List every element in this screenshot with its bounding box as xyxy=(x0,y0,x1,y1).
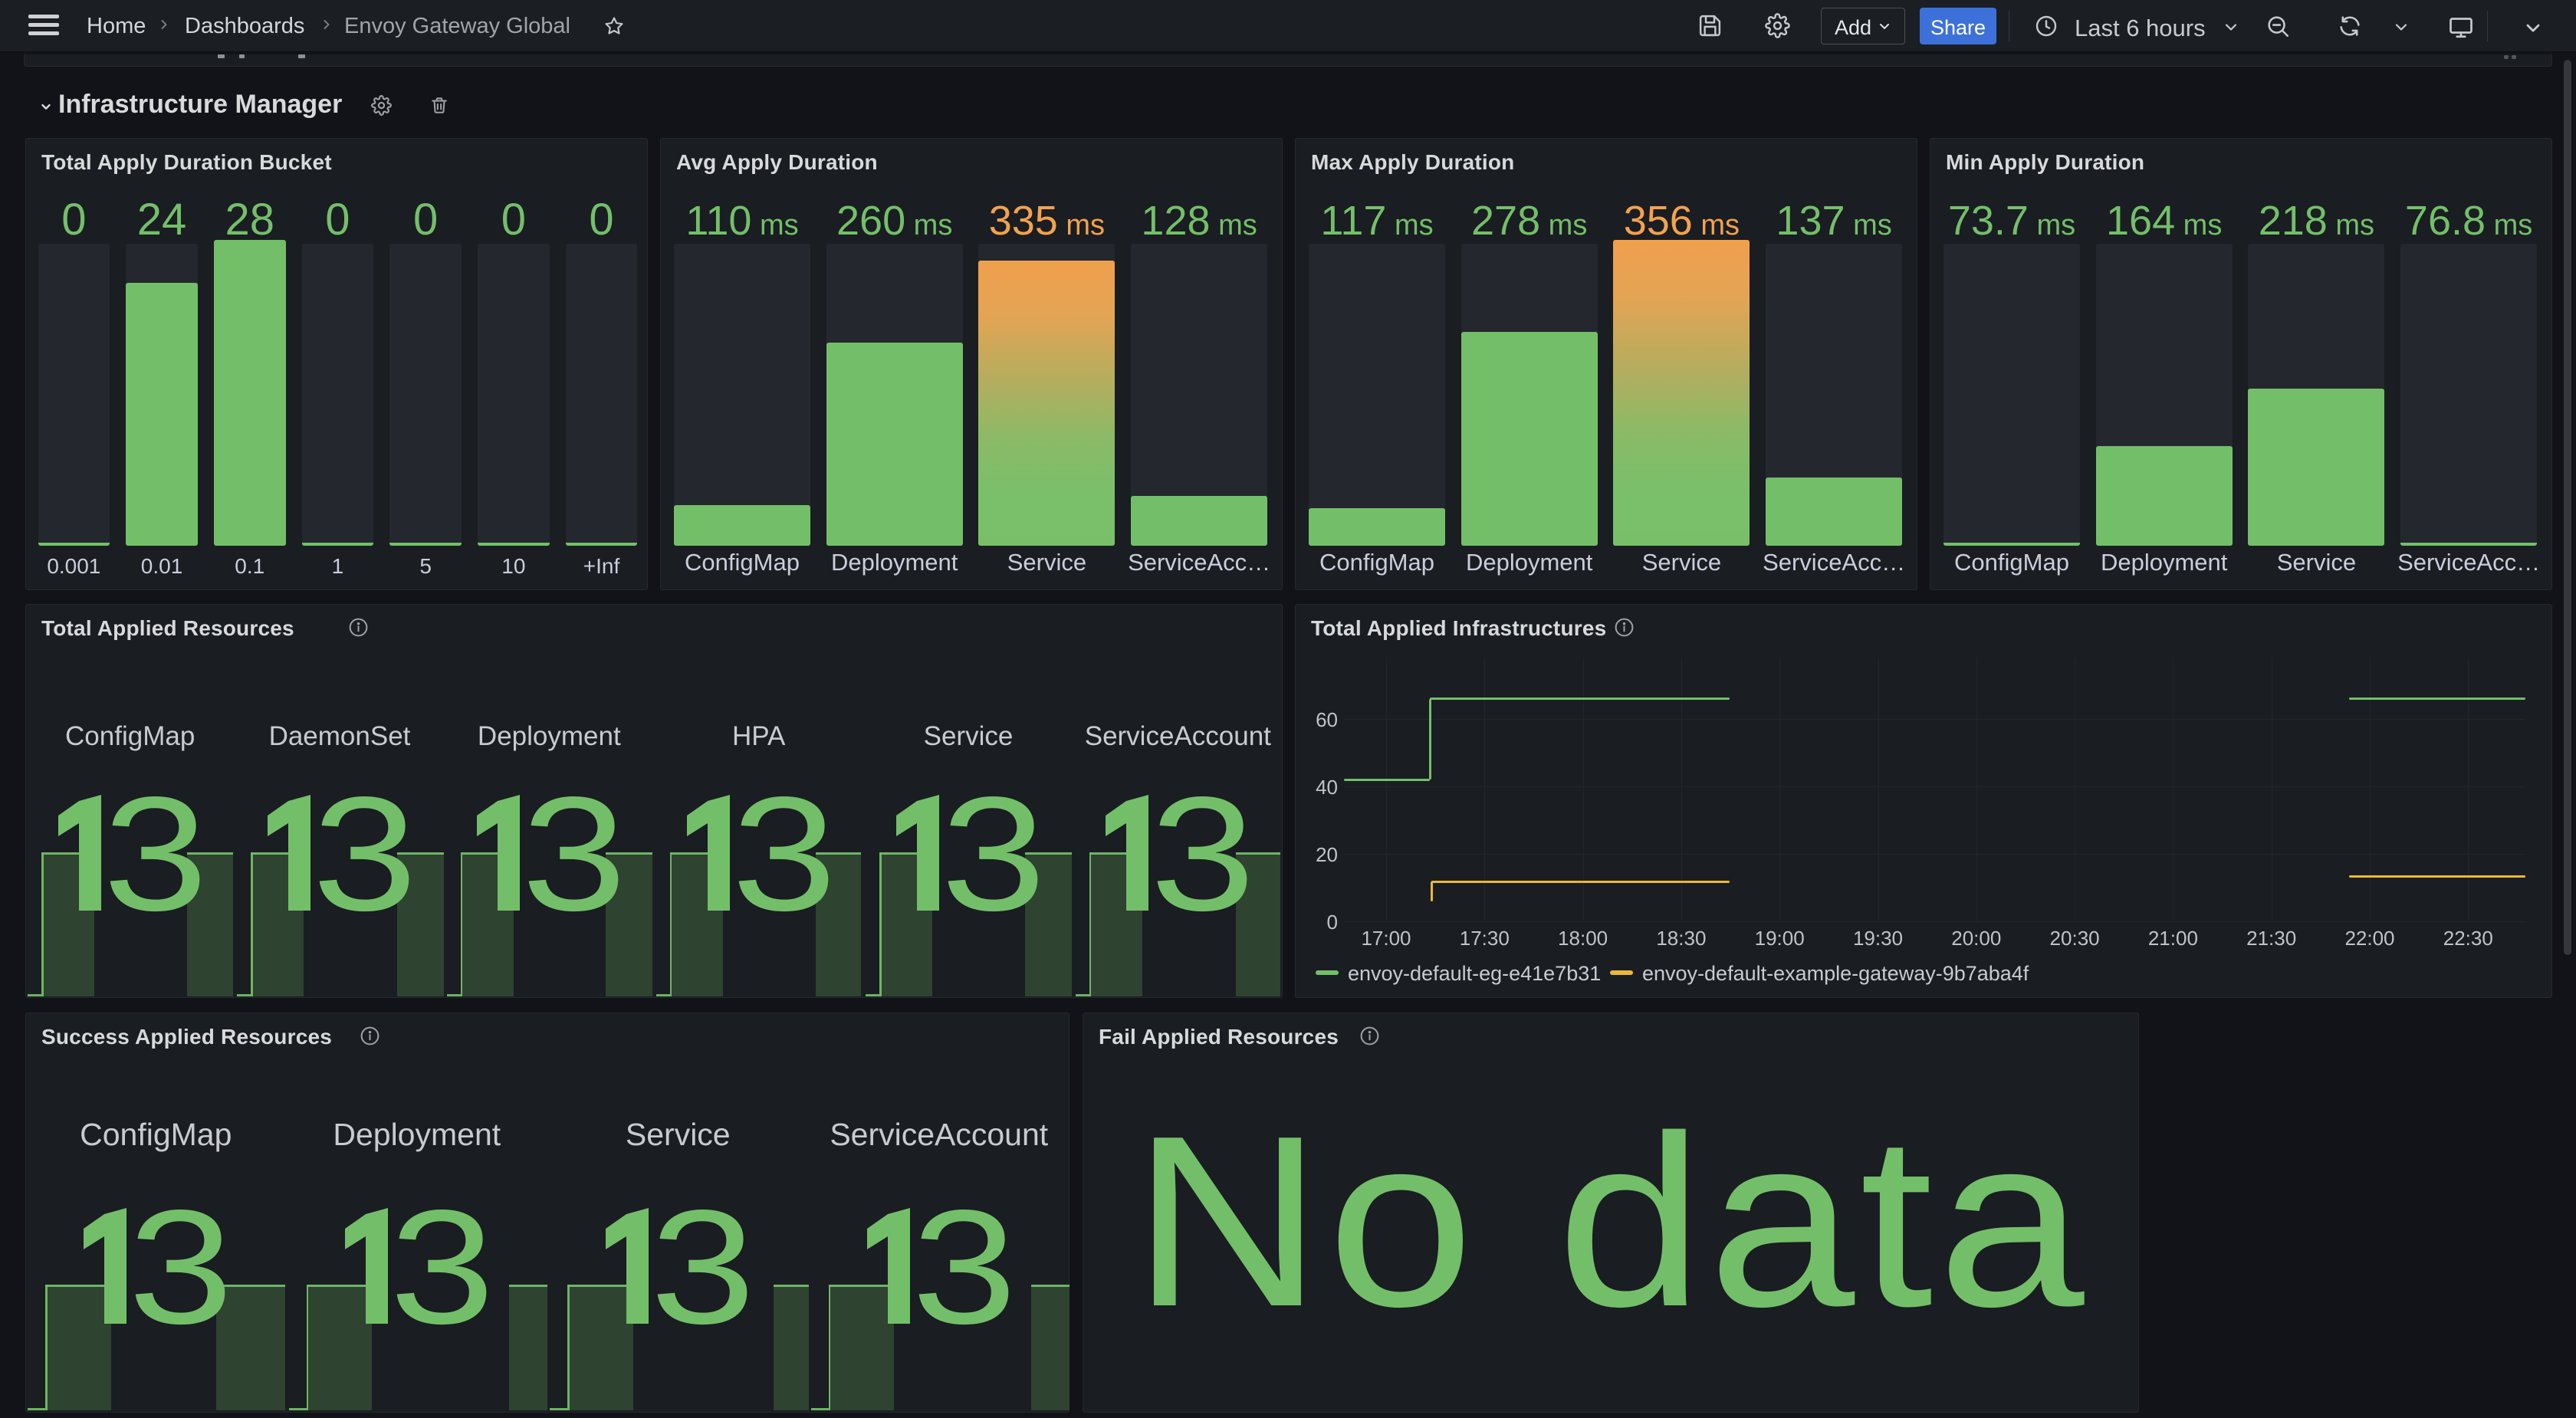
svg-text:3: 3 xyxy=(389,1176,495,1357)
svg-text:3: 3 xyxy=(103,763,208,944)
svg-text:3: 3 xyxy=(128,1176,233,1357)
svg-text:3: 3 xyxy=(912,1176,1017,1357)
svg-text:3: 3 xyxy=(731,763,836,944)
svg-text:3: 3 xyxy=(1150,763,1255,944)
svg-text:3: 3 xyxy=(521,763,626,944)
svg-text:3: 3 xyxy=(650,1176,755,1357)
svg-text:3: 3 xyxy=(312,763,417,944)
svg-text:3: 3 xyxy=(941,763,1046,944)
